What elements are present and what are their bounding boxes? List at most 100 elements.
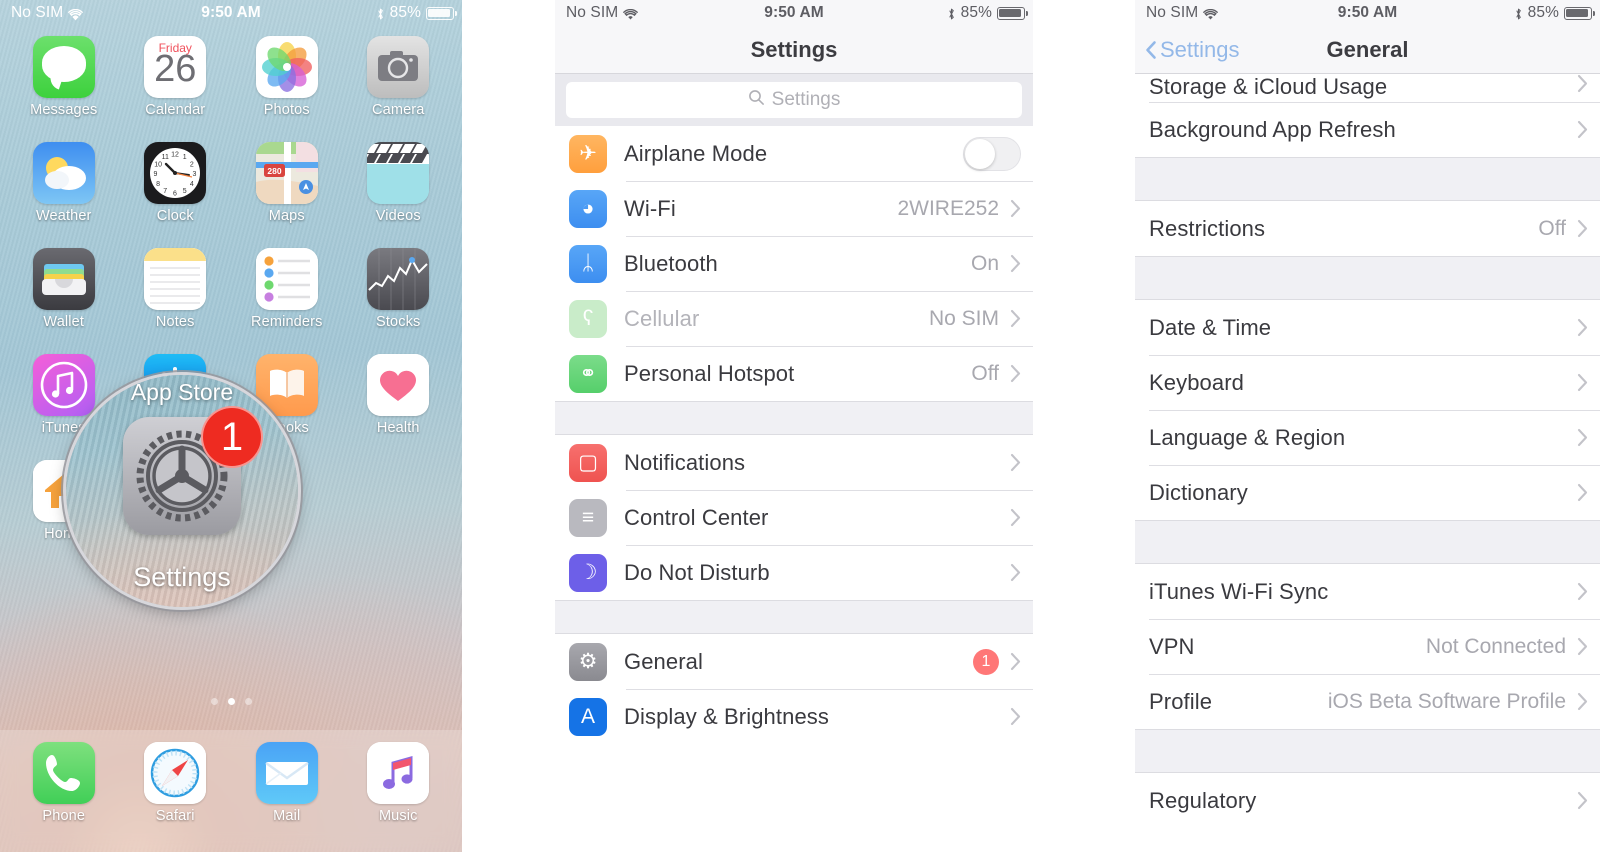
app-label: Wallet [43,314,85,330]
settings-row-control-center[interactable]: ≡ Control Center [555,490,1033,545]
chevron-right-icon [1577,582,1588,601]
settings-row-general[interactable]: ⚙ General 1 [555,634,1033,689]
app-icon-photos[interactable]: Photos [231,26,343,132]
settings-row-notifications[interactable]: ▢ Notifications [555,435,1033,490]
svg-text:12: 12 [171,152,179,159]
page-dot[interactable] [244,698,252,705]
section-gap [555,401,1033,435]
settings-row-wi-fi[interactable]: ◕ Wi-Fi 2WIRE252 [555,181,1033,236]
app-icon-notes[interactable]: Notes [120,238,232,344]
settings-row-personal-hotspot[interactable]: ⚭ Personal Hotspot Off [555,346,1033,401]
svg-text:7: 7 [164,188,168,195]
app-icon-messages[interactable]: Messages [8,26,120,132]
row-value: 2WIRE252 [897,196,999,220]
videos-icon [367,142,430,204]
row-label: Language & Region [1149,424,1346,450]
app-icon-weather[interactable]: Weather [8,132,120,238]
bluetooth-icon [1514,7,1523,21]
home-dock: Phone Safari Mail Music [0,730,462,852]
svg-text:6: 6 [173,191,177,198]
screenshot-stage: No SIM 9:50 AM 85% Messages Friday 26 Calen… [0,0,1600,852]
row-trailing: On [971,252,1033,276]
row-trailing [1577,373,1600,392]
row-label: Wi-Fi [624,195,676,221]
status-bar-right: 85% [1514,4,1595,22]
app-label: Stocks [376,314,421,330]
svg-text:1: 1 [183,154,187,161]
gear-icon: ⚙ [569,642,607,681]
back-button[interactable]: Settings [1145,37,1240,63]
general-row-regulatory[interactable]: Regulatory [1135,773,1600,828]
settings-row-do-not-disturb[interactable]: ☽ Do Not Disturb [555,545,1033,600]
settings-row-display-brightness[interactable]: A Display & Brightness [555,689,1033,744]
photos-icon [255,36,318,98]
stocks-icon [367,248,430,310]
chevron-right-icon [1577,428,1588,447]
row-label: Storage & iCloud Usage [1149,74,1388,99]
row-label: Profile [1149,688,1213,714]
settings-row-airplane-mode[interactable]: ✈ Airplane Mode [555,126,1033,181]
app-icon-clock[interactable]: 1 2 3 4 5 6 7 8 9 10 11 12 Clock [120,132,232,238]
app-icon-camera[interactable]: Camera [343,26,455,132]
app-label: Reminders [251,314,323,330]
general-row-language-region[interactable]: Language & Region [1135,410,1600,465]
general-row-storage-icloud-usage[interactable]: Storage & iCloud Usage [1135,74,1600,102]
battery-percent-label: 85% [389,4,421,21]
general-row-background-app-refresh[interactable]: Background App Refresh [1135,102,1600,157]
app-icon-safari[interactable]: Safari [120,742,232,852]
page-dot-active[interactable] [227,698,235,705]
chevron-right-icon [1577,120,1588,139]
row-trailing: No SIM [929,307,1033,331]
search-icon [748,89,765,112]
general-row-itunes-wi-fi-sync[interactable]: iTunes Wi-Fi Sync [1135,564,1600,619]
general-row-profile[interactable]: Profile iOS Beta Software Profile [1135,674,1600,729]
svg-text:4: 4 [190,181,194,188]
mail-icon [255,742,318,804]
app-icon-stocks[interactable]: Stocks [343,238,455,344]
chevron-right-icon [1577,692,1588,711]
app-icon-health[interactable]: Health [343,344,455,450]
app-icon-mail[interactable]: Mail [231,742,343,852]
general-row-date-time[interactable]: Date & Time [1135,300,1600,355]
calendar-icon: Friday 26 [144,36,207,98]
row-trailing: Off [971,362,1033,386]
wifi-icon: ◕ [569,189,607,228]
app-icon-videos[interactable]: Videos [343,132,455,238]
settings-navbar: Settings [555,26,1033,74]
row-trailing [1577,582,1600,601]
row-trailing [1577,483,1600,502]
svg-text:8: 8 [156,181,160,188]
row-label: Display & Brightness [624,703,829,729]
settings-row-cellular[interactable]: ʕ Cellular No SIM [555,291,1033,346]
general-row-restrictions[interactable]: Restrictions Off [1135,201,1600,256]
app-label: Photos [263,102,310,118]
general-row-dictionary[interactable]: Dictionary [1135,465,1600,520]
row-trailing [1577,428,1600,447]
row-label: VPN [1149,633,1195,659]
settings-row-bluetooth[interactable]: ᛦ Bluetooth On [555,236,1033,291]
app-icon-calendar[interactable]: Friday 26 Calendar [120,26,232,132]
general-group: Regulatory [1135,773,1600,828]
general-row-keyboard[interactable]: Keyboard [1135,355,1600,410]
row-trailing [1577,791,1600,810]
row-trailing: 2WIRE252 [897,197,1033,221]
toggle-switch[interactable] [963,136,1021,171]
hotspot-icon: ⚭ [569,354,607,393]
app-icon-phone[interactable]: Phone [8,742,120,852]
row-trailing [1577,74,1600,93]
row-label: Airplane Mode [624,140,768,166]
page-dot[interactable] [210,698,218,705]
app-icon-wallet[interactable]: Wallet [8,238,120,344]
svg-text:280: 280 [267,166,281,176]
chevron-right-icon [1577,637,1588,656]
search-input[interactable]: Settings [566,82,1022,118]
row-trailing [1577,120,1600,139]
app-icon-reminders[interactable]: Reminders [231,238,343,344]
app-icon-music[interactable]: Music [343,742,455,852]
safari-icon [144,742,207,804]
general-row-vpn[interactable]: VPN Not Connected [1135,619,1600,674]
app-icon-maps[interactable]: 280 Maps [231,132,343,238]
bluetooth-icon [376,7,385,21]
battery-percent-label: 85% [960,4,992,21]
settings-group: ✈ Airplane Mode ◕ Wi-Fi 2WIRE252 ᛦ Bluetooth On… [555,126,1033,401]
